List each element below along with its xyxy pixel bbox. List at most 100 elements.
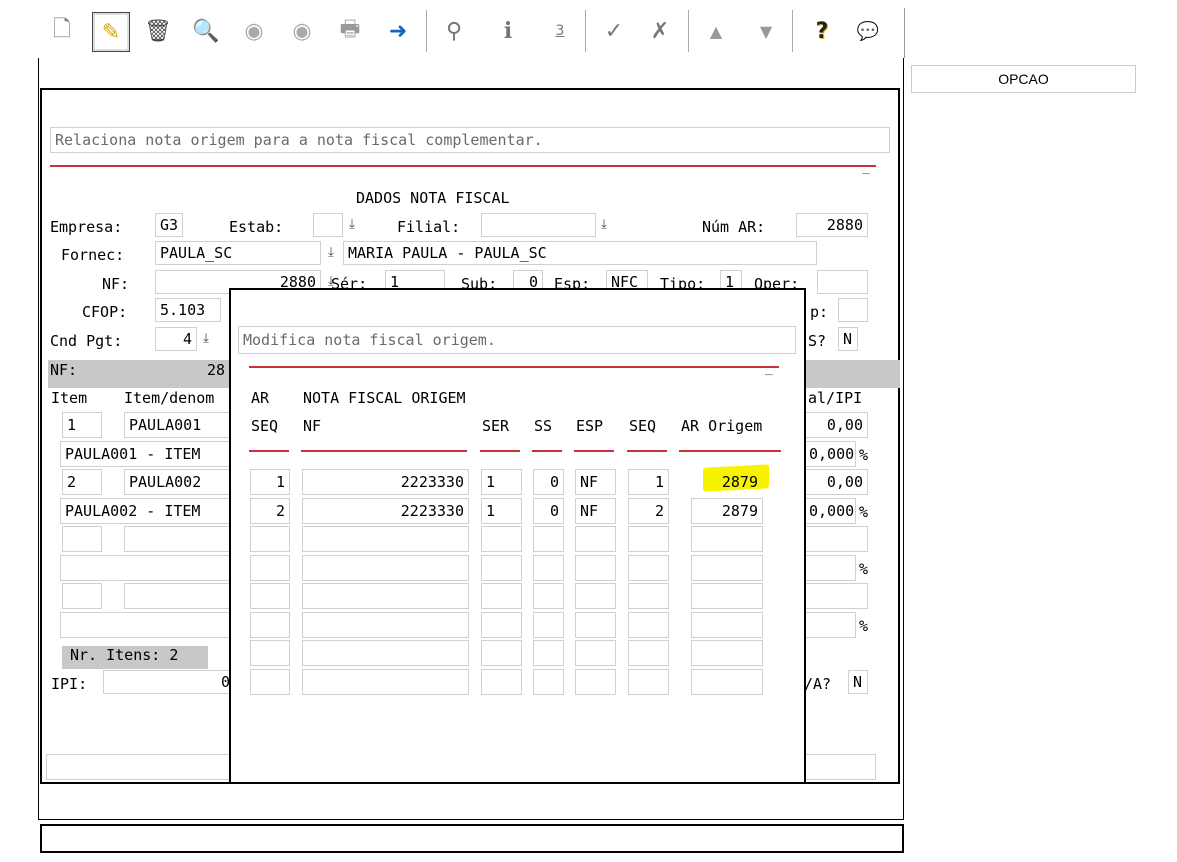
origin-nf-cell[interactable]: [302, 640, 469, 666]
origin-ss-cell[interactable]: [533, 555, 564, 581]
num-ar-field[interactable]: 2880: [796, 213, 868, 237]
origin-ser-cell[interactable]: [481, 612, 522, 638]
origin-seq2-cell[interactable]: [628, 669, 669, 695]
oper-field[interactable]: [817, 270, 868, 294]
help-icon[interactable]: ?: [804, 12, 840, 50]
origin-ss-cell[interactable]: [533, 526, 564, 552]
origin-ss-cell[interactable]: [533, 612, 564, 638]
item-val-2[interactable]: 0,00: [804, 469, 868, 495]
origin-seq-cell[interactable]: 1: [250, 469, 290, 495]
estab-field[interactable]: [313, 213, 343, 237]
filial-field[interactable]: [481, 213, 596, 237]
origin-ar-origem-cell[interactable]: [691, 583, 763, 609]
origin-seq2-cell[interactable]: [628, 526, 669, 552]
item-code-empty[interactable]: [124, 583, 234, 609]
fornec-dropdown-icon[interactable]: ⤓: [324, 242, 338, 264]
down-icon[interactable]: ▼: [748, 12, 784, 50]
origin-seq-cell[interactable]: 2: [250, 498, 290, 524]
origin-ar-origem-cell[interactable]: 2879: [691, 469, 763, 495]
origin-ser-cell[interactable]: [481, 555, 522, 581]
origin-nf-cell[interactable]: [302, 583, 469, 609]
origin-seq2-cell[interactable]: 1: [628, 469, 669, 495]
origin-ser-cell[interactable]: 1: [481, 469, 522, 495]
fornec-code-field[interactable]: PAULA_SC: [155, 241, 321, 265]
origin-nf-cell[interactable]: [302, 612, 469, 638]
origin-nf-cell[interactable]: [302, 555, 469, 581]
up-icon[interactable]: ▲: [698, 12, 734, 50]
filial-dropdown-icon[interactable]: ⤓: [597, 214, 611, 236]
cnd-pgt-dropdown-icon[interactable]: ⤓: [199, 328, 213, 350]
origin-esp-cell[interactable]: [575, 640, 616, 666]
origin-seq2-cell[interactable]: [628, 612, 669, 638]
numbers-icon[interactable]: 3: [542, 12, 578, 50]
a-flag-field[interactable]: N: [848, 670, 868, 694]
origin-ar-origem-cell[interactable]: 2879: [691, 498, 763, 524]
estab-dropdown-icon[interactable]: ⤓: [345, 214, 359, 236]
origin-nf-cell[interactable]: 2223330: [302, 469, 469, 495]
item-num-1[interactable]: 1: [62, 412, 102, 438]
origin-ss-cell[interactable]: [533, 640, 564, 666]
cancel-icon[interactable]: ✗: [642, 12, 678, 50]
origin-esp-cell[interactable]: [575, 583, 616, 609]
origin-seq-cell[interactable]: [250, 669, 290, 695]
item-val-empty[interactable]: [804, 526, 868, 552]
origin-ser-cell[interactable]: 1: [481, 498, 522, 524]
origin-ser-cell[interactable]: [481, 640, 522, 666]
ipi-field[interactable]: 0: [103, 670, 235, 694]
origin-ss-cell[interactable]: 0: [533, 498, 564, 524]
new-doc-icon[interactable]: 🗋: [44, 12, 80, 50]
origin-nf-cell[interactable]: [302, 526, 469, 552]
cnd-pgt-field[interactable]: 4: [155, 327, 197, 351]
origin-seq2-cell[interactable]: 2: [628, 498, 669, 524]
item-val-empty[interactable]: [804, 583, 868, 609]
binoculars-icon[interactable]: ⚲: [436, 12, 472, 50]
origin-ar-origem-cell[interactable]: [691, 555, 763, 581]
origin-ss-cell[interactable]: [533, 583, 564, 609]
origin-seq-cell[interactable]: [250, 555, 290, 581]
item-code-empty[interactable]: [124, 526, 234, 552]
prev-icon[interactable]: ◉: [236, 12, 272, 50]
item-pct-1[interactable]: 0,000: [804, 441, 856, 467]
origin-seq2-cell[interactable]: [628, 640, 669, 666]
origin-ser-cell[interactable]: [481, 669, 522, 695]
item-num-empty[interactable]: [62, 583, 102, 609]
exit-icon[interactable]: ➜: [380, 12, 416, 50]
info-icon[interactable]: i: [490, 12, 526, 50]
s-flag-field[interactable]: N: [838, 327, 858, 351]
next-icon[interactable]: ◉: [284, 12, 320, 50]
item-num-2[interactable]: 2: [62, 469, 102, 495]
origin-nf-cell[interactable]: [302, 669, 469, 695]
cfop-field[interactable]: 5.103: [155, 298, 221, 322]
origin-esp-cell[interactable]: [575, 526, 616, 552]
origin-esp-cell[interactable]: [575, 555, 616, 581]
origin-esp-cell[interactable]: NF: [575, 498, 616, 524]
item-num-empty[interactable]: [62, 526, 102, 552]
empresa-field[interactable]: G3: [155, 213, 183, 237]
origin-ar-origem-cell[interactable]: [691, 612, 763, 638]
origin-ar-origem-cell[interactable]: [691, 526, 763, 552]
origin-ser-cell[interactable]: [481, 583, 522, 609]
origin-seq2-cell[interactable]: [628, 555, 669, 581]
trash-icon[interactable]: 🗑: [140, 12, 176, 50]
origin-esp-cell[interactable]: NF: [575, 469, 616, 495]
edit-pencil-icon[interactable]: ✎: [92, 12, 130, 52]
print-icon[interactable]: 🖶: [332, 12, 368, 50]
origin-nf-cell[interactable]: 2223330: [302, 498, 469, 524]
origin-seq-cell[interactable]: [250, 526, 290, 552]
p-field[interactable]: [838, 298, 868, 322]
origin-esp-cell[interactable]: [575, 669, 616, 695]
origin-ar-origem-cell[interactable]: [691, 669, 763, 695]
item-code-2[interactable]: PAULA002: [124, 469, 234, 495]
origin-seq2-cell[interactable]: [628, 583, 669, 609]
origin-ss-cell[interactable]: [533, 669, 564, 695]
origin-ss-cell[interactable]: 0: [533, 469, 564, 495]
check-icon[interactable]: ✓: [596, 12, 632, 50]
origin-esp-cell[interactable]: [575, 612, 616, 638]
origin-seq-cell[interactable]: [250, 612, 290, 638]
origin-ser-cell[interactable]: [481, 526, 522, 552]
item-pct-empty[interactable]: [804, 555, 856, 581]
opcao-button[interactable]: OPCAO: [911, 65, 1136, 93]
origin-seq-cell[interactable]: [250, 583, 290, 609]
search-icon[interactable]: 🔍: [188, 12, 224, 50]
origin-ar-origem-cell[interactable]: [691, 640, 763, 666]
